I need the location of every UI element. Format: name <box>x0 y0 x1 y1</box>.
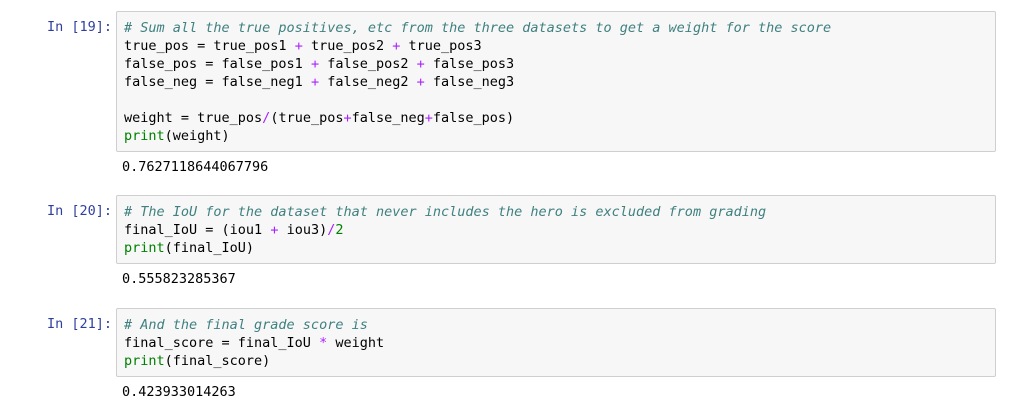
code-line: print(final_score) <box>124 353 271 369</box>
operator: + <box>294 38 303 54</box>
code-input-area[interactable]: # And the final grade score is final_sco… <box>116 308 996 377</box>
input-prompt: In [20]: <box>46 203 112 219</box>
code-line: true_pos = true_pos1 + true_pos2 + true_… <box>124 38 482 54</box>
code-line: # Sum all the true positives, etc from t… <box>124 19 995 37</box>
operator: + <box>310 74 320 90</box>
code-line: weight = true_pos/(true_pos+false_neg+fa… <box>124 110 515 126</box>
code-comment: # The IoU for the dataset that never inc… <box>124 204 767 220</box>
cell-output: 0.423933014263 <box>122 384 236 400</box>
operator: + <box>424 110 433 126</box>
code-line: final_score = final_IoU * weight <box>124 335 385 351</box>
number-literal: 2 <box>335 222 344 238</box>
code-input-area[interactable]: # Sum all the true positives, etc from t… <box>116 11 996 152</box>
code-input-area[interactable]: # The IoU for the dataset that never inc… <box>116 195 996 264</box>
builtin-function: print <box>124 240 165 256</box>
operator: + <box>416 56 425 72</box>
cell-output: 0.555823285367 <box>122 271 236 287</box>
input-prompt: In [21]: <box>46 316 112 332</box>
input-prompt: In [19]: <box>46 19 112 35</box>
operator: + <box>310 56 320 72</box>
builtin-function: print <box>124 353 165 369</box>
operator: + <box>343 110 352 126</box>
builtin-function: print <box>124 128 165 144</box>
code-comment: # And the final grade score is <box>124 317 368 333</box>
code-line: # And the final grade score is <box>124 316 995 334</box>
code-line: print(final_IoU) <box>124 240 255 256</box>
code-line: # The IoU for the dataset that never inc… <box>124 203 995 221</box>
code-line: false_pos = false_pos1 + false_pos2 + fa… <box>124 56 515 72</box>
code-line: print(weight) <box>124 128 230 144</box>
code-comment: # Sum all the true positives, etc from t… <box>124 20 832 36</box>
cell-output: 0.7627118644067796 <box>122 159 269 175</box>
code-line: final_IoU = (iou1 + iou3)/2 <box>124 222 344 238</box>
code-line: false_neg = false_neg1 + false_neg2 + fa… <box>124 74 515 90</box>
operator: + <box>416 74 425 90</box>
operator: * <box>319 335 328 351</box>
